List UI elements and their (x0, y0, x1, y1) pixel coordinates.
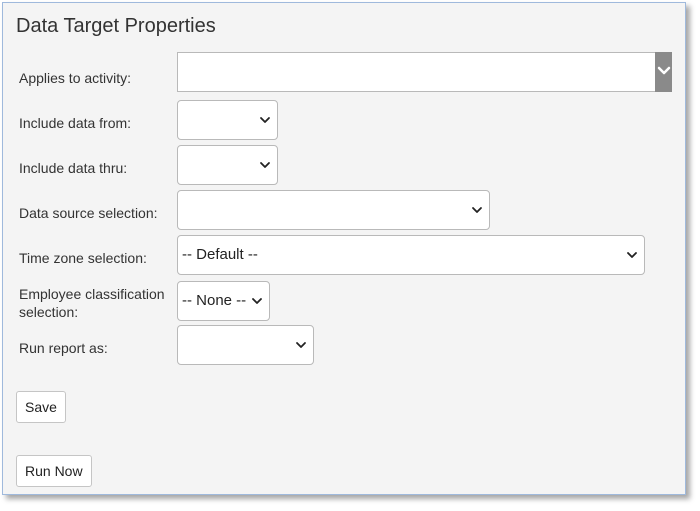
data-target-properties-panel: Data Target Properties Applies to activi… (2, 2, 686, 495)
chevron-down-icon (260, 117, 270, 123)
applies-to-activity-label: Applies to activity: (19, 70, 132, 86)
chevron-down-icon (260, 162, 270, 168)
chevron-down-icon (657, 66, 671, 75)
time-zone-selection-label: Time zone selection: (19, 250, 147, 266)
include-data-thru-label: Include data thru: (19, 160, 128, 176)
employee-classification-label: Employee classification selection: (19, 285, 165, 321)
time-zone-selection-select[interactable]: -- Default -- (177, 235, 645, 275)
run-report-as-select[interactable] (177, 325, 314, 365)
save-button[interactable]: Save (16, 391, 66, 423)
data-source-selection-select[interactable] (177, 190, 490, 230)
applies-to-activity-select[interactable] (177, 52, 672, 92)
include-data-thru-select[interactable] (177, 145, 278, 185)
run-report-as-label: Run report as: (19, 340, 108, 356)
employee-classification-select[interactable]: -- None -- (177, 281, 270, 321)
include-data-from-label: Include data from: (19, 115, 132, 131)
data-source-selection-label: Data source selection: (19, 205, 158, 221)
chevron-down-icon (627, 252, 637, 258)
run-now-button[interactable]: Run Now (16, 455, 92, 487)
chevron-down-icon (472, 207, 482, 213)
include-data-from-select[interactable] (177, 100, 278, 140)
employee-classification-label-line1: Employee classification (19, 286, 165, 302)
employee-classification-label-line2: selection: (19, 304, 79, 320)
chevron-down-icon (252, 298, 262, 304)
employee-classification-value: -- None -- (182, 292, 247, 309)
time-zone-selection-value: -- Default -- (182, 246, 258, 263)
chevron-down-icon (296, 342, 306, 348)
dropdown-toggle[interactable] (655, 52, 672, 92)
page-title: Data Target Properties (16, 15, 216, 37)
